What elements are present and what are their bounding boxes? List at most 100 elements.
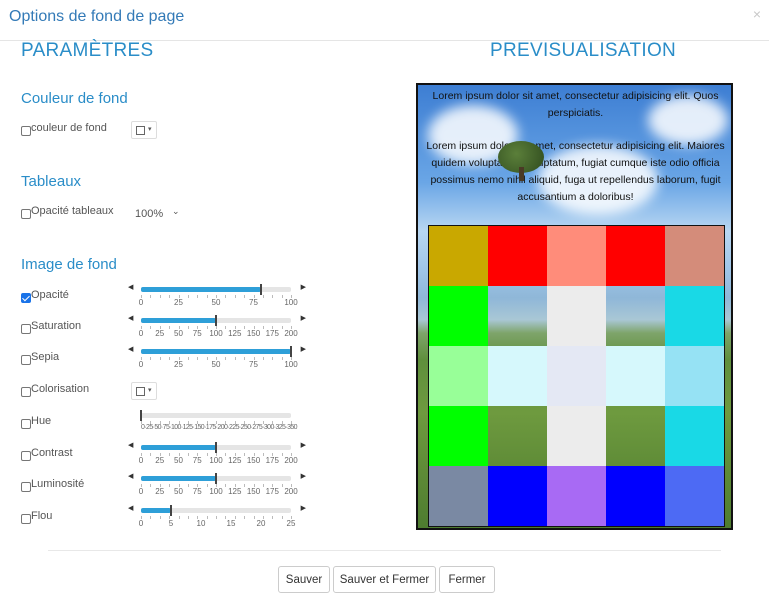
parameters-heading: PARAMÈTRES [21,40,154,61]
opacity-label: Opacité [31,289,69,301]
table-opacity-label: Opacité tableaux [31,205,114,217]
colorisation-label: Colorisation [31,383,90,395]
save-close-button[interactable]: Sauver et Fermer [333,566,436,593]
slider-left-arrow-icon[interactable]: ◀ [128,314,133,322]
slider-tick-label: 150 [246,487,261,496]
table-cell [547,286,606,346]
table-cell [488,466,547,526]
saturation-slider[interactable]: ◀ ▶ 0 25 50 75 100 125 150 175 200 [122,314,306,342]
slider-tick-label: 125 [228,456,242,465]
modal-header: Options de fond de page × [0,0,769,41]
contrast-checkbox[interactable] [21,451,31,461]
table-cell [665,286,724,346]
slider-track[interactable] [141,442,291,453]
slider-thumb[interactable] [215,442,217,453]
luminosity-slider[interactable]: ◀ ▶ 0 25 50 75 100 125 150 175 200 [122,472,306,500]
table-cell [429,286,488,346]
table-cell [488,286,547,346]
preview-heading: PREVISUALISATION [490,40,677,61]
slider-tick-labels: 0 25 50 75 100 125 150 175 200 [139,329,298,339]
slider-tick-label: 10 [196,519,206,528]
opacity-checkbox[interactable] [21,293,31,303]
slider-tick-label: 25 [155,456,165,465]
bg-color-picker[interactable]: ▾ [131,121,157,139]
saturation-label: Saturation [31,320,82,332]
slider-right-arrow-icon[interactable]: ▶ [301,283,306,291]
sepia-slider[interactable]: ◀ ▶ 0 25 50 75 100 [122,345,306,373]
opacity-slider[interactable]: ◀ ▶ 0 25 50 75 100 [122,283,306,311]
slider-tick-label: 25 [174,298,183,307]
slider-fill [141,476,216,481]
bg-color-checkbox[interactable] [21,126,31,136]
slider-tick-label: 50 [211,298,221,307]
caret-down-icon: ▾ [148,387,152,394]
slider-right-arrow-icon[interactable]: ▶ [301,472,306,480]
table-cell [547,466,606,526]
slider-tick-labels: 0 25 50 75 100 125 150 175 200 [138,456,298,466]
slider-tick-labels: 0 25 50 75 100 [139,360,298,370]
blur-slider[interactable]: ◀ ▶ 0 5 10 15 20 25 [122,504,306,532]
slider-tick-label: 100 [284,298,298,307]
hue-checkbox[interactable] [21,419,31,429]
slider-left-arrow-icon[interactable]: ◀ [128,504,133,512]
contrast-slider[interactable]: ◀ ▶ 0 25 50 75 100 125 150 175 200 [122,441,306,469]
sepia-checkbox[interactable] [21,355,31,365]
table-cell [606,346,665,406]
close-button[interactable]: Fermer [439,566,495,593]
bg-color-label: couleur de fond [31,122,107,134]
slider-track[interactable] [141,473,291,484]
luminosity-checkbox[interactable] [21,482,31,492]
table-cell [547,226,606,286]
slider-thumb[interactable] [290,346,292,357]
slider-tick-label: 75 [249,360,258,369]
table-cell [429,226,488,286]
table-cell [606,286,665,346]
table-opacity-checkbox[interactable] [21,209,31,219]
slider-tick-label: 0·25·50·75·100·125·150·175·200·225·250·2… [141,424,298,431]
slider-tick-labels: 0 25 50 75 100 125 150 175 200 [139,487,298,497]
slider-left-arrow-icon[interactable]: ◀ [128,472,133,480]
close-icon[interactable]: × [753,6,761,22]
save-button[interactable]: Sauver [278,566,330,593]
slider-fill [141,349,291,354]
table-opacity-select[interactable]: 100% ⌄ [122,204,184,224]
slider-track[interactable] [140,410,291,421]
table-cell [665,226,724,286]
slider-track[interactable] [141,346,292,357]
slider-fill [141,287,261,292]
row-sepia: Sepia ◀ ▶ 0 25 50 75 100 [21,345,311,374]
contrast-label: Contrast [31,447,73,459]
slider-thumb[interactable] [215,473,217,484]
slider-tick-label: 75 [249,298,258,307]
blur-checkbox[interactable] [21,514,31,524]
slider-right-arrow-icon[interactable]: ▶ [301,314,306,322]
table-cell [665,466,724,526]
slider-thumb[interactable] [170,505,172,516]
saturation-checkbox[interactable] [21,324,31,334]
slider-thumb[interactable] [140,410,142,421]
slider-tick-label: 150 [246,456,261,465]
slider-tick-label: 0 [138,456,144,465]
slider-left-arrow-icon[interactable]: ◀ [128,283,133,291]
slider-thumb[interactable] [260,284,262,295]
slider-right-arrow-icon[interactable]: ▶ [301,345,306,353]
slider-track[interactable] [141,284,291,295]
slider-thumb[interactable] [215,315,217,326]
preview-panel: Lorem ipsum dolor sit amet, consectetur … [416,83,733,530]
slider-left-arrow-icon[interactable]: ◀ [128,345,133,353]
slider-track[interactable] [141,505,291,516]
colorisation-picker[interactable]: ▾ [131,382,157,400]
section-background-color: Couleur de fond [21,90,128,107]
slider-tick-label: 50 [211,360,221,369]
slider-track[interactable] [141,315,291,326]
slider-right-arrow-icon[interactable]: ▶ [301,441,306,449]
table-cell [665,406,724,466]
colorisation-checkbox[interactable] [21,387,31,397]
slider-fill [141,445,216,450]
preview-paragraph-2: Lorem ipsum dolor sit amet, consectetur … [426,140,725,203]
hue-slider[interactable]: 0·25·50·75·100·125·150·175·200·225·250·2… [122,410,306,437]
slider-right-arrow-icon[interactable]: ▶ [301,504,306,512]
slider-left-arrow-icon[interactable]: ◀ [128,441,133,449]
table-cell [606,406,665,466]
slider-tick-label: 175 [265,456,279,465]
